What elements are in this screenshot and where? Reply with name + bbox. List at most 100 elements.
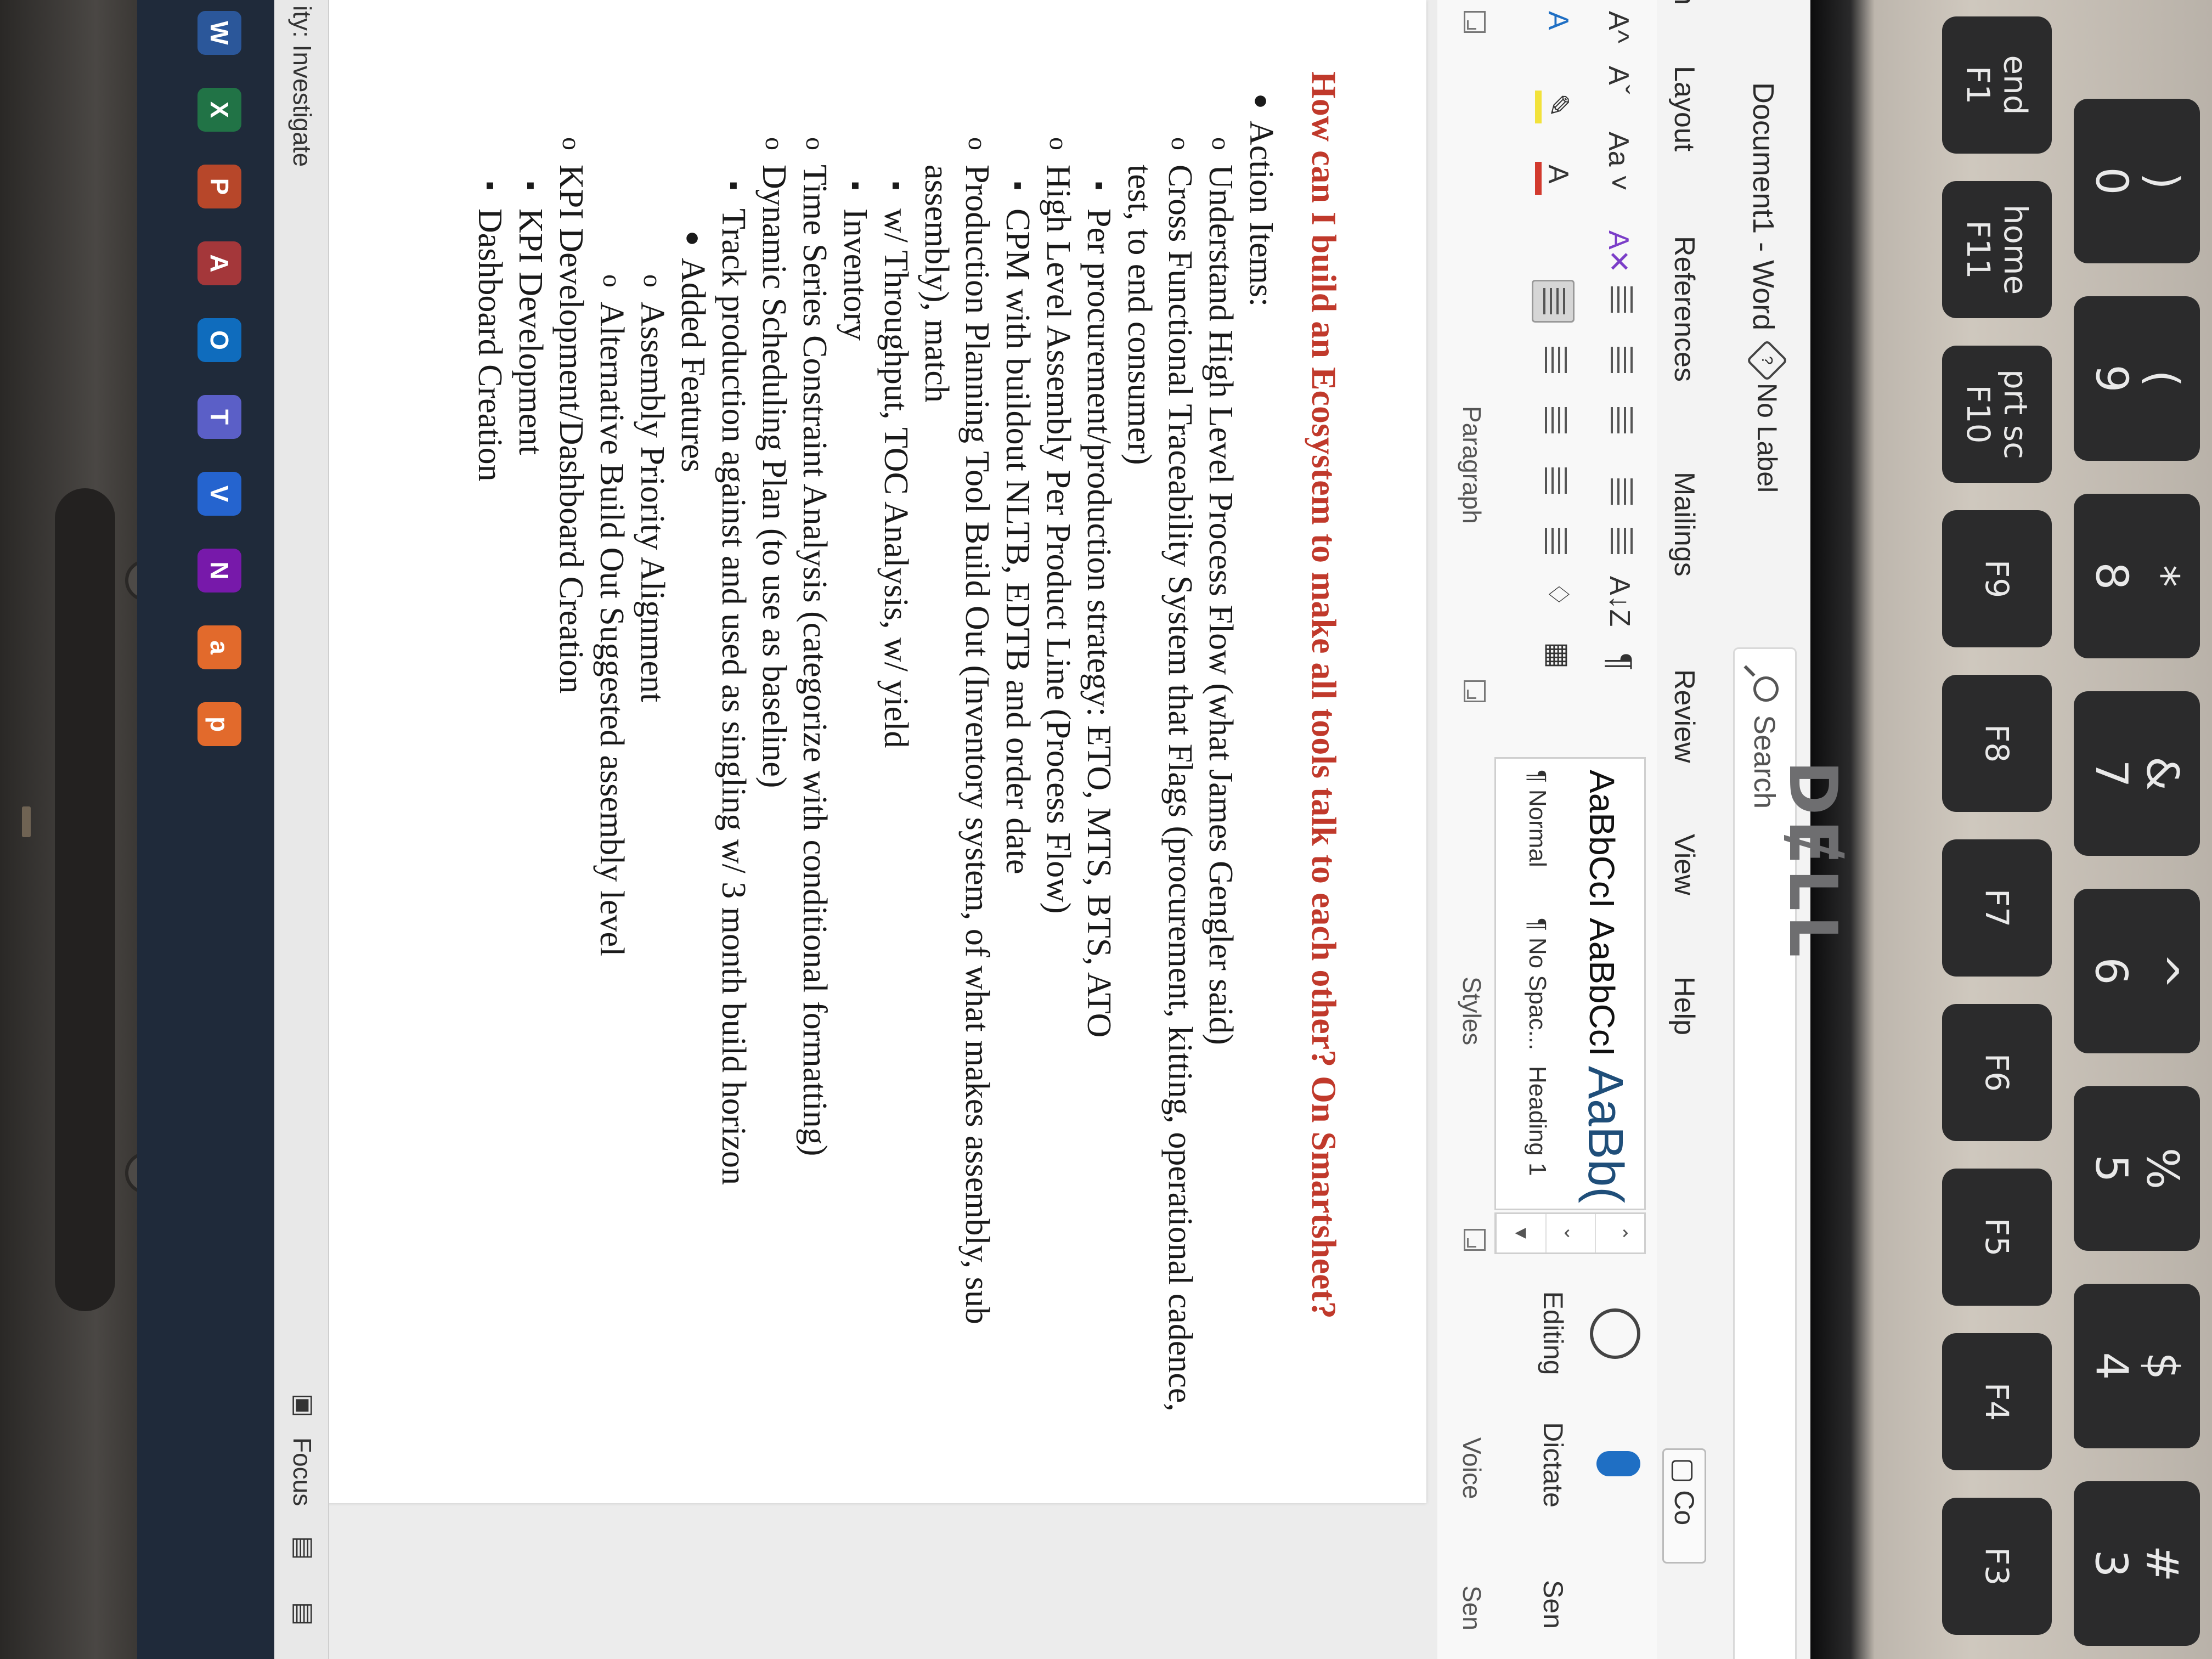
editing-button[interactable]: Editing — [1514, 1278, 1640, 1388]
function-key[interactable]: F7 — [1942, 839, 2052, 977]
sort-icon[interactable]: A↓Z — [1603, 576, 1636, 627]
taskbar-app-icon[interactable]: a — [198, 625, 241, 669]
shading-icon[interactable]: ♢ — [1542, 582, 1575, 607]
taskbar-app-icon[interactable]: N — [198, 549, 241, 592]
tab-view[interactable]: View — [1668, 834, 1701, 895]
highlight-button[interactable]: ✎ — [1542, 93, 1575, 117]
align-center-button[interactable] — [1535, 340, 1575, 380]
justify-button[interactable] — [1535, 461, 1575, 500]
microphone-icon — [1596, 1451, 1640, 1476]
document-body[interactable]: How can I build an Ecosystem to make all… — [470, 71, 1344, 1443]
style-heading-1[interactable]: AaBb( Heading 1 — [1496, 1055, 1644, 1203]
sensitivity-label-chip[interactable]: ? No Label — [1746, 339, 1788, 493]
sensitivity-button-cut[interactable]: Sen — [1537, 1580, 1569, 1629]
taskbar-app-icon[interactable]: X — [198, 88, 241, 132]
number-key[interactable]: ) 0 — [2074, 99, 2200, 263]
clear-formatting-icon[interactable]: A✕ — [1602, 230, 1635, 273]
list-item-text: Assembly Priority Alignment — [634, 302, 671, 703]
print-layout-icon[interactable]: ▤ — [290, 1536, 319, 1560]
tab-review[interactable]: Review — [1668, 669, 1701, 763]
change-case-button[interactable]: Aa ˅ — [1602, 132, 1635, 191]
numbering-button[interactable] — [1601, 340, 1640, 380]
tab-home-cut[interactable]: n — [1668, 0, 1701, 5]
number-key[interactable]: * 8 — [2074, 494, 2200, 658]
number-key[interactable]: % 5 — [2074, 1086, 2200, 1251]
number-key[interactable]: # 3 — [2074, 1481, 2200, 1646]
taskbar-app-icon[interactable]: V — [198, 472, 241, 516]
list-item-text: Dashboard Creation — [471, 208, 509, 482]
function-key[interactable]: F9 — [1942, 510, 2052, 647]
number-key[interactable]: & 7 — [2074, 691, 2200, 856]
function-key[interactable]: end F1 — [1942, 16, 2052, 154]
comments-label: Co — [1669, 1490, 1700, 1526]
focus-button[interactable]: Focus — [287, 1437, 317, 1506]
align-left-button[interactable] — [1532, 280, 1575, 323]
bullet-glyph: o — [800, 137, 830, 150]
font-shrink-button[interactable]: Aˇ — [1602, 66, 1635, 94]
styles-dialog-launcher[interactable] — [1464, 1229, 1486, 1251]
function-key[interactable]: F3 — [1942, 1498, 2052, 1635]
taskbar: WXPAOTVNap — [137, 0, 274, 1659]
document-page[interactable]: How can I build an Ecosystem to make all… — [219, 0, 1426, 1503]
chevron-up-icon[interactable]: ⌃ — [1595, 1214, 1644, 1252]
tab-references[interactable]: References — [1668, 236, 1701, 382]
laptop-bezel — [0, 0, 167, 1659]
privacy-shutter — [22, 806, 31, 837]
web-layout-icon[interactable]: ▤ — [290, 1602, 319, 1626]
list-item: o Dynamic Scheduling Plan (to use as base… — [754, 71, 794, 1443]
function-key[interactable]: F5 — [1942, 1169, 2052, 1306]
list-item: o Alternative Build Out Suggested assembl… — [591, 71, 632, 1443]
function-key[interactable]: F6 — [1942, 1004, 2052, 1141]
function-key[interactable]: prt sc F10 — [1942, 346, 2052, 483]
function-key[interactable]: F4 — [1942, 1333, 2052, 1470]
number-key[interactable]: $ 4 — [2074, 1284, 2200, 1448]
increase-indent-button[interactable] — [1601, 521, 1640, 561]
decrease-indent-button[interactable] — [1601, 472, 1640, 511]
bullet-glyph: ● — [679, 230, 708, 246]
multilevel-list-button[interactable] — [1601, 400, 1640, 440]
dictate-button[interactable]: Dictate — [1514, 1410, 1640, 1520]
taskbar-app-icon[interactable]: T — [198, 395, 241, 439]
pilcrow-icon[interactable]: ¶ — [1601, 653, 1639, 670]
taskbar-app-icon[interactable]: P — [198, 165, 241, 208]
key-label: F6 — [1978, 1053, 2016, 1092]
more-styles-icon[interactable]: ▼ — [1496, 1214, 1545, 1252]
chevron-down-icon[interactable]: ⌄ — [1545, 1214, 1595, 1252]
font-color-button[interactable]: A — [1542, 165, 1575, 184]
style-no-spacing[interactable]: AaBbCcI ¶ No Spac... — [1496, 907, 1644, 1057]
highlight-color-swatch — [1535, 91, 1542, 123]
taskbar-app-icon[interactable]: O — [198, 318, 241, 362]
taskbar-app-icon[interactable]: p — [198, 702, 241, 746]
font-dialog-launcher[interactable] — [1464, 11, 1486, 33]
comments-button[interactable]: ▢ Co — [1662, 1448, 1706, 1564]
style-normal[interactable]: AaBbCcI ¶ Normal — [1496, 759, 1644, 909]
tab-help[interactable]: Help — [1668, 977, 1701, 1035]
borders-icon[interactable]: ▦ — [1542, 642, 1575, 669]
bullet-glyph: o — [760, 137, 789, 150]
key-label: F4 — [1978, 1382, 2016, 1421]
align-right-button[interactable] — [1535, 400, 1575, 440]
list-item: ● Action Items: — [1241, 71, 1282, 1443]
taskbar-app-icon[interactable]: A — [198, 241, 241, 285]
text-effects-button[interactable]: A — [1542, 11, 1575, 30]
brand-logo: DɆLL — [1774, 760, 1850, 962]
tab-mailings[interactable]: Mailings — [1668, 472, 1701, 577]
number-key[interactable]: ^ 6 — [2074, 889, 2200, 1053]
font-color-swatch — [1535, 162, 1542, 195]
tab-layout[interactable]: Layout — [1668, 66, 1701, 151]
key-label: F7 — [1978, 888, 2016, 928]
number-key[interactable]: ( 9 — [2074, 296, 2200, 461]
list-item: ▪ w/ Throughput, TOC Analysis, w/ yield — [876, 71, 916, 1443]
bullets-button[interactable] — [1601, 280, 1640, 319]
key-label: # 3 — [2086, 1545, 2188, 1582]
taskbar-app-icon[interactable]: W — [198, 11, 241, 55]
line-spacing-button[interactable] — [1535, 521, 1575, 561]
function-key[interactable]: home F11 — [1942, 181, 2052, 318]
function-key[interactable]: F8 — [1942, 675, 2052, 812]
list-item-text: Action Items: — [1243, 121, 1280, 307]
accessibility-status[interactable]: ity: Investigate — [287, 5, 317, 167]
paragraph-dialog-launcher[interactable] — [1464, 680, 1486, 702]
font-grow-button[interactable]: A^ — [1602, 11, 1635, 43]
ribbon-tabs: n Layout References Mailings Review View… — [1657, 0, 1717, 1659]
styles-gallery-scroll[interactable]: ⌃ ⌄ ▼ — [1494, 1212, 1646, 1254]
